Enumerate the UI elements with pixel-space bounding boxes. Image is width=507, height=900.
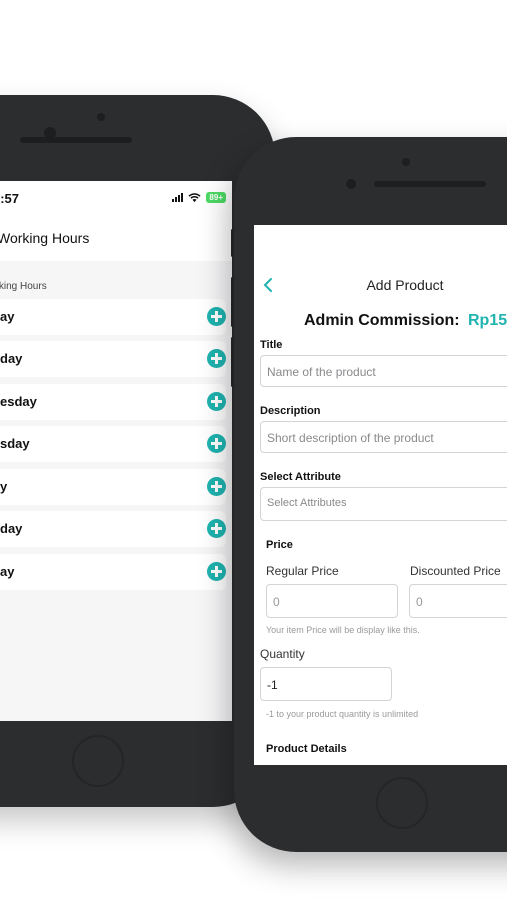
status-bar: 9:57 89+ <box>0 181 232 213</box>
screenshot-stage: 9:57 89+ Working Hours orking Hours <box>0 0 507 900</box>
section-label: orking Hours <box>0 281 47 292</box>
battery-indicator: 89+ <box>206 192 226 203</box>
product-details-label: Product Details <box>266 743 347 755</box>
day-label: ay <box>0 309 15 324</box>
status-time: 9:57 <box>0 191 20 206</box>
regular-price-label: Regular Price <box>266 564 339 578</box>
day-row[interactable]: day <box>0 341 226 377</box>
volume-down-button <box>231 337 234 387</box>
front-camera <box>346 179 356 189</box>
quantity-label: Quantity <box>260 647 305 661</box>
commission-label: Admin Commission: <box>304 312 460 329</box>
page-title: Add Product <box>366 277 444 293</box>
title-label: Title <box>260 339 283 351</box>
day-row[interactable]: y <box>0 469 226 505</box>
day-row[interactable]: esday <box>0 384 226 420</box>
day-row[interactable]: sday <box>0 426 226 462</box>
earpiece-speaker <box>20 137 132 143</box>
day-label: day <box>0 351 23 366</box>
plus-circle-icon[interactable] <box>207 307 226 326</box>
day-row[interactable]: day <box>0 511 226 547</box>
description-label: Description <box>260 405 321 417</box>
commission-value: Rp15 <box>468 312 507 329</box>
description-input[interactable]: Short description of the product <box>260 421 507 453</box>
mute-switch <box>231 229 234 257</box>
add-product-screen: Add Product Admin Commission: Rp15 Title… <box>254 225 507 765</box>
attribute-select[interactable]: Select Attributes <box>260 487 507 521</box>
quantity-hint: -1 to your product quantity is unlimited <box>266 709 419 719</box>
home-button <box>72 735 124 787</box>
price-hint: Your item Price will be display like thi… <box>266 625 420 635</box>
front-sensor <box>402 158 410 166</box>
attribute-label: Select Attribute <box>260 471 341 483</box>
page-title: Working Hours <box>0 230 90 246</box>
plus-circle-icon[interactable] <box>207 434 226 453</box>
home-button <box>376 777 428 829</box>
discounted-price-input[interactable]: 0 <box>409 584 507 618</box>
title-input[interactable]: Name of the product <box>260 355 507 387</box>
front-phone: Add Product Admin Commission: Rp15 Title… <box>231 137 507 852</box>
signal-icon <box>172 193 184 202</box>
day-label: esday <box>0 394 37 409</box>
working-hours-screen: 9:57 89+ Working Hours orking Hours <box>0 181 232 721</box>
regular-price-input[interactable]: 0 <box>266 584 398 618</box>
volume-up-button <box>231 277 234 327</box>
earpiece-speaker <box>374 181 486 187</box>
discounted-price-label: Discounted Price <box>410 564 501 578</box>
plus-circle-icon[interactable] <box>207 562 226 581</box>
wifi-icon <box>188 192 201 202</box>
day-row[interactable]: ay <box>0 554 226 590</box>
status-icons: 89+ <box>172 192 226 203</box>
day-label: y <box>0 479 8 494</box>
day-row[interactable]: ay <box>0 299 226 335</box>
plus-circle-icon[interactable] <box>207 349 226 368</box>
price-section-label: Price <box>266 539 293 551</box>
plus-circle-icon[interactable] <box>207 519 226 538</box>
day-label: day <box>0 521 23 536</box>
plus-circle-icon[interactable] <box>207 477 226 496</box>
plus-circle-icon[interactable] <box>207 392 226 411</box>
nav-header: Working Hours <box>0 213 232 261</box>
quantity-input[interactable]: -1 <box>260 667 392 701</box>
day-label: ay <box>0 564 15 579</box>
front-sensor <box>97 113 105 121</box>
day-label: sday <box>0 436 30 451</box>
